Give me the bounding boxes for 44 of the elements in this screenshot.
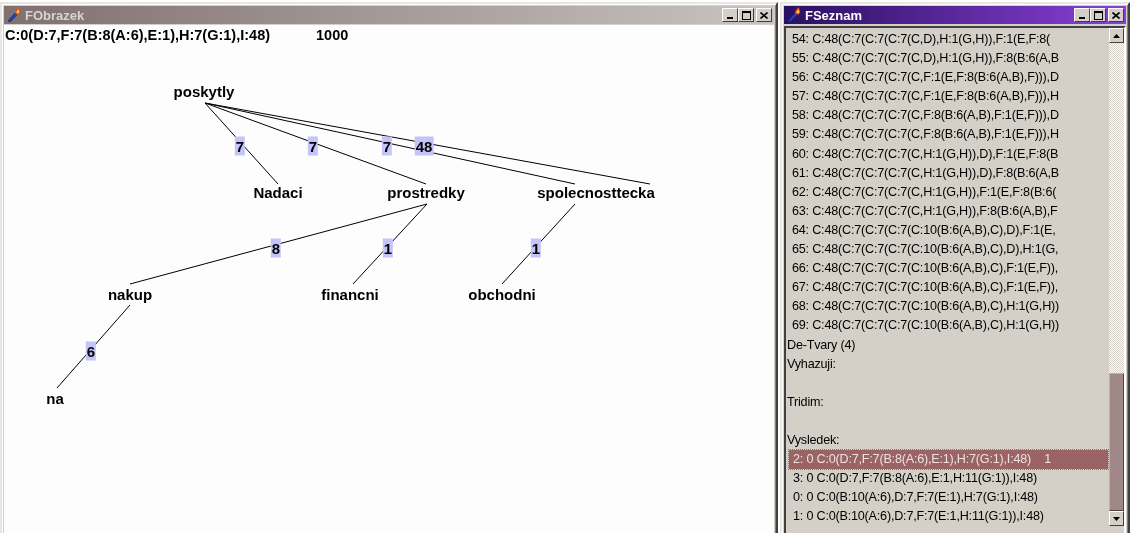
word-label: na	[46, 389, 64, 407]
weight-label: 7	[307, 136, 319, 156]
list-item[interactable]: 0: 0 C:0(B:10(A:6),D:7,F:7(E:1),H:7(G:1),I:48)	[789, 488, 1108, 508]
window-title: FSeznam	[805, 7, 864, 23]
score-text: 1000	[316, 27, 349, 43]
section-label: Tridim:	[786, 393, 825, 411]
expression-text: C:0(D:7,F:7(B:8(A:6),E:1),H:7(G:1),I:48)	[5, 27, 271, 43]
list-item[interactable]: 59: C:48(C:7(C:7(C:7(C,F:8(B:6(A,B),F:1(E,F))),H	[786, 125, 1109, 145]
word-label: prostredky	[387, 183, 465, 201]
list-item[interactable]: 67: C:48(C:7(C:7(C:7(C:10(B:6(A,B),C),F:1(E,F)),	[786, 278, 1109, 298]
list-item[interactable]: 56: C:48(C:7(C:7(C:7(C,F:1(E,F:8(B:6(A,B),F))),D	[786, 68, 1109, 88]
list-item[interactable]: 57: C:48(C:7(C:7(C:7(C,F:1(E,F:8(B:6(A,B),F))),H	[786, 87, 1109, 107]
weight-label: 6	[85, 341, 97, 361]
list-item[interactable]: 1: 0 C:0(B:10(A:6),D:7,F:7(E:1,H:11(G:1)),I:48)	[789, 507, 1108, 527]
section-label: De-Tvary (4)	[786, 336, 857, 354]
weight-label: 1	[530, 238, 542, 258]
weight-label: 8	[270, 238, 282, 258]
list-item[interactable]: 61: C:48(C:7(C:7(C:7(C,H:1(G,H)),D),F:8(B:6(A,B	[786, 163, 1109, 183]
list-item[interactable]: 65: C:48(C:7(C:7(C:7(C:10(B:6(A,B),C),D),H:1(G,	[786, 240, 1109, 260]
word-label: obchodni	[468, 285, 536, 303]
window-title: FObrazek	[25, 7, 86, 23]
list-item[interactable]: 68: C:48(C:7(C:7(C:7(C:10(B:6(A,B),C),H:1(G,H))	[786, 297, 1109, 317]
weight-label: 48	[414, 136, 434, 156]
word-label: spolecnosttecka	[537, 183, 655, 201]
list-item[interactable]: 60: C:48(C:7(C:7(C:7(C,H:1(G,H)),D),F:1(E,F:8(B	[786, 144, 1109, 164]
list-item[interactable]: 58: C:48(C:7(C:7(C:7(C,F:8(B:6(A,B),F:1(E,F))),D	[786, 106, 1109, 126]
weight-label: 7	[234, 136, 246, 156]
list-item[interactable]: 3: 0 C:0(D:7,F:7(B:8(A:6),E:1,H:11(G:1)),I:48)	[789, 469, 1108, 489]
word-label: poskytly	[173, 82, 235, 100]
list-item[interactable]: 64: C:48(C:7(C:7(C:7(C:10(B:6(A,B),C),D),F:1(E,	[786, 220, 1109, 241]
word-label: nakup	[107, 285, 153, 303]
list-item[interactable]: 63: C:48(C:7(C:7(C:7(C,H:1(G,H)),F:8(B:6(A,B),F	[786, 201, 1109, 221]
section-label: Vyhazuji:	[786, 355, 837, 373]
word-label: Nadaci	[253, 183, 303, 201]
word-label: financni	[321, 285, 379, 303]
weight-label: 7	[381, 136, 393, 156]
list-item[interactable]: 66: C:48(C:7(C:7(C:7(C:10(B:6(A,B),C),F:1(E,F)),	[786, 259, 1109, 279]
list-item[interactable]: 62: C:48(C:7(C:7(C:7(C,H:1(G,H)),F:1(E,F:8(B:6(	[786, 182, 1109, 202]
section-label: Vysledek:	[786, 431, 841, 449]
list-item[interactable]: 2: 0 C:0(D:7,F:7(B:8(A:6),E:1),H:7(G:1),I:48) 1	[789, 450, 1108, 470]
weight-label: 1	[382, 238, 394, 258]
list-item[interactable]: 54: C:48(C:7(C:7(C:7(C,D),H:1(G,H)),F:1(E,F:8(	[786, 30, 1109, 50]
list-item[interactable]: 69: C:48(C:7(C:7(C:7(C:10(B:6(A,B),C),H:1(G,H))	[786, 316, 1109, 336]
list-item[interactable]: 55: C:48(C:7(C:7(C:7(C,D),H:1(G,H)),F:8(B:6(A,B	[786, 49, 1109, 69]
